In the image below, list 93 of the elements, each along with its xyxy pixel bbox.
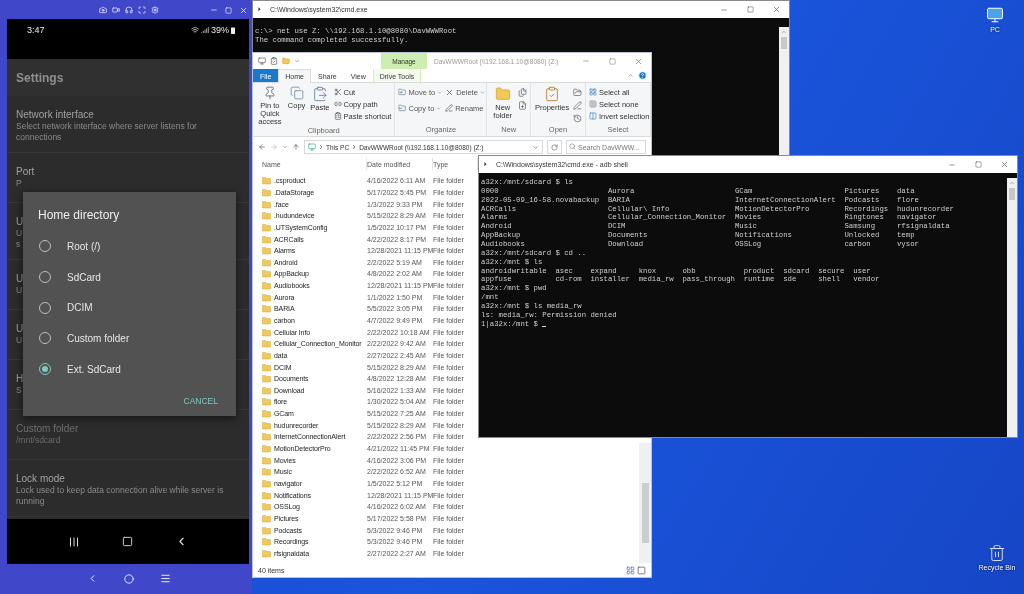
setting-title[interactable]: Lock mode (16, 472, 65, 485)
refresh-icon (551, 143, 558, 151)
minimize-icon (210, 6, 218, 14)
folder-arrow-icon (398, 88, 407, 96)
scroll-up-icon[interactable] (1009, 180, 1015, 186)
option-label[interactable]: Custom folder (67, 332, 130, 344)
tiles-view-icon[interactable] (637, 565, 646, 575)
properties-icon[interactable] (270, 57, 278, 65)
dialog-title: Home directory (37, 208, 120, 222)
collapse-icon[interactable] (627, 72, 634, 79)
setting-title[interactable]: U (16, 215, 24, 228)
caret-icon (479, 89, 485, 95)
clock-time: 3:47 (27, 25, 45, 35)
pen-icon (445, 104, 454, 112)
maximize-icon (746, 6, 754, 13)
file-plus-icon[interactable] (518, 101, 527, 110)
setting-summary: U s (16, 228, 23, 250)
computer-icon[interactable] (986, 6, 1004, 24)
setting-title[interactable]: Network interface (16, 108, 94, 121)
scissors-icon (333, 88, 342, 96)
close-icon (238, 5, 248, 15)
option-label[interactable]: Ext. SdCard (67, 363, 121, 375)
clipboard-icon (311, 86, 328, 102)
camera-icon[interactable] (99, 6, 107, 14)
maximize-icon (608, 57, 616, 65)
setting-title[interactable]: H (16, 372, 24, 385)
option-label[interactable]: Root (/) (67, 240, 101, 252)
setting-summary: U (16, 285, 23, 296)
battery-icon (231, 26, 235, 34)
search-icon (569, 143, 576, 150)
home-icon[interactable] (122, 536, 133, 547)
scroll-up-icon[interactable] (781, 29, 787, 35)
pin-icon (262, 86, 277, 100)
menu-icon[interactable] (160, 573, 171, 584)
caret-icon (437, 89, 443, 95)
video-icon[interactable] (112, 6, 120, 14)
text-cursor (542, 325, 547, 328)
minimize-icon (582, 57, 590, 65)
folder-icon[interactable] (282, 57, 290, 65)
close-icon (633, 56, 643, 66)
fullscreen-icon[interactable] (138, 6, 146, 14)
pen-icon[interactable] (573, 101, 583, 110)
setting-summary: Lock used to keep data connection alive while server is running (16, 485, 225, 507)
scrollbar[interactable] (639, 443, 651, 563)
setting-summary: U (16, 335, 23, 346)
details-view-icon[interactable] (626, 565, 635, 575)
setting-title[interactable]: U (16, 272, 24, 285)
delete-icon (445, 87, 455, 97)
option-label[interactable]: DCIM (67, 302, 93, 314)
scroll-thumb[interactable] (1009, 188, 1015, 200)
battery-level: 39% (211, 25, 229, 35)
caret-icon[interactable] (282, 144, 288, 150)
scrollbar[interactable] (1007, 178, 1017, 437)
link-icon (333, 100, 342, 108)
caret-icon[interactable] (294, 58, 300, 64)
clipboard-icon (333, 112, 342, 120)
caret-icon[interactable] (532, 143, 539, 151)
setting-title[interactable]: Port (16, 165, 35, 178)
columns-icon (589, 112, 597, 120)
files-icon[interactable] (518, 88, 527, 97)
cancel-button[interactable]: CANCEL (179, 392, 222, 411)
forward-icon[interactable] (270, 143, 278, 151)
up-icon[interactable] (292, 143, 300, 151)
headphones-icon[interactable] (125, 6, 133, 14)
recent-apps-icon[interactable] (68, 535, 80, 548)
grid-icon (589, 88, 597, 96)
chevron-icon (319, 144, 323, 150)
chevron-icon (352, 144, 357, 150)
folder-arrow-icon (398, 104, 407, 112)
screen-title: Settings (16, 70, 64, 85)
scroll-thumb[interactable] (781, 37, 787, 49)
settings-icon[interactable] (151, 6, 159, 14)
caret-icon (436, 105, 442, 111)
setting-summary: S (16, 385, 22, 396)
close-icon (999, 160, 1009, 169)
help-icon[interactable] (638, 71, 647, 80)
close-icon (771, 5, 781, 14)
option-label[interactable]: SdCard (67, 271, 101, 283)
setting-summary: Select network interface where server listens for connections (16, 121, 198, 143)
folder-icon[interactable] (573, 88, 583, 97)
recycle-bin-icon[interactable] (988, 544, 1006, 562)
setting-title[interactable]: U (16, 322, 24, 335)
clipboard-check-icon (544, 86, 561, 102)
setting-summary: P (16, 178, 22, 189)
maximize-icon (224, 6, 232, 14)
folder-icon (494, 86, 511, 102)
history-icon[interactable] (573, 114, 583, 123)
refresh-button[interactable] (547, 140, 562, 154)
grid-icon (589, 100, 597, 108)
signal-icon (201, 26, 209, 34)
maximize-icon (974, 161, 982, 168)
copy-icon (289, 86, 304, 100)
wifi-icon (191, 26, 199, 34)
